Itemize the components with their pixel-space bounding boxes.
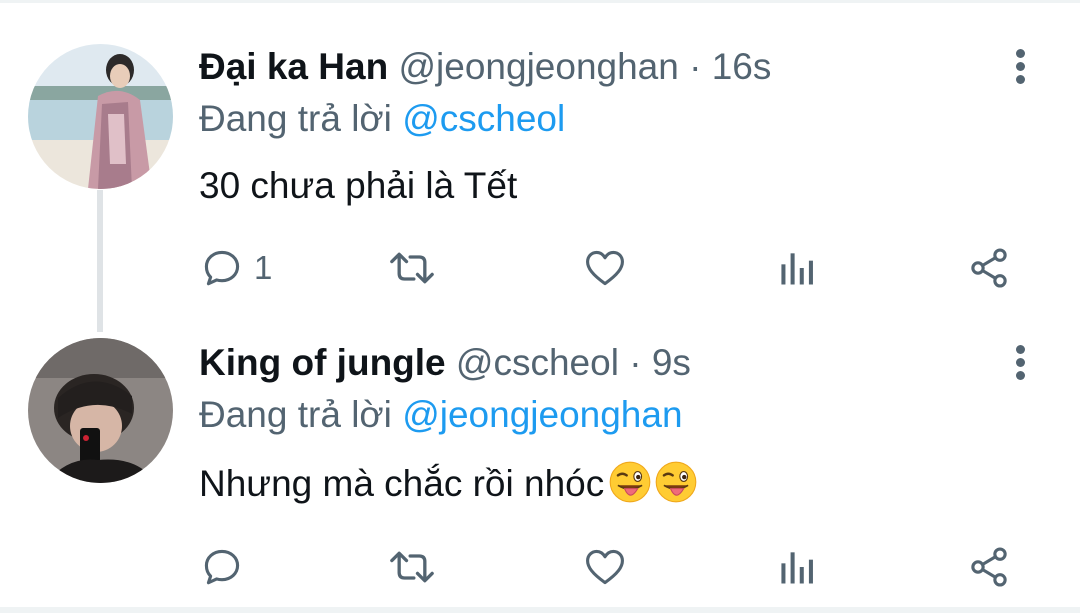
avatar-photo [28,44,173,189]
replying-to-line: Đang trả lời @cscheol [199,97,565,141]
like-button[interactable] [582,545,628,589]
retweet-button[interactable] [386,246,438,290]
bottom-divider [0,607,1080,613]
separator-dot: · [689,46,702,87]
heart-icon [586,250,624,286]
reply-count: 1 [254,249,273,286]
tweet-header: Đại ka Han @jeongjeonghan · 16s [199,45,771,89]
share-icon [971,248,1007,288]
avatar-cscheol[interactable] [28,338,173,483]
tweet-text: Nhưng mà chắc rồi nhóc [199,463,605,504]
reply-button[interactable]: 1 [200,246,272,290]
display-name[interactable]: Đại ka Han [199,46,388,87]
more-options-icon[interactable] [1012,343,1030,383]
reply-bubble-icon [204,250,240,286]
replying-to-mention[interactable]: @jeongjeonghan [402,394,682,435]
reply-button[interactable] [200,545,254,589]
replying-to-line: Đang trả lời @jeongjeonghan [199,393,683,437]
tweet-text-line: Nhưng mà chắc rồi nhóc [199,460,698,506]
replying-to-mention[interactable]: @cscheol [402,98,565,139]
avatar-photo [28,338,173,483]
avatar-jeongjeonghan[interactable] [28,44,173,189]
replying-to-label: Đang trả lời [199,98,392,139]
more-options-icon[interactable] [1012,47,1030,87]
bar-chart-icon [781,253,813,285]
tweet-text: 30 chưa phải là Tết [199,165,518,206]
timestamp[interactable]: 9s [652,342,691,383]
retweet-icon [390,551,434,583]
separator-dot: · [629,342,642,383]
tweet-1[interactable]: Đại ka Han @jeongjeonghan · 16s Đang trả… [0,0,1080,305]
retweet-icon [390,252,434,284]
view-stats-button[interactable] [775,246,819,290]
replying-to-label: Đang trả lời [199,394,392,435]
retweet-button[interactable] [386,545,438,589]
reply-bubble-icon [204,549,240,585]
timestamp[interactable]: 16s [712,46,772,87]
display-name[interactable]: King of jungle [199,342,446,383]
tweet-header: King of jungle @cscheol · 9s [199,341,691,385]
share-button[interactable] [966,246,1012,290]
share-button[interactable] [966,545,1012,589]
tweet-2[interactable]: King of jungle @cscheol · 9s Đang trả lờ… [0,305,1080,607]
handle[interactable]: @jeongjeonghan [398,46,678,87]
view-stats-button[interactable] [775,545,819,589]
like-button[interactable] [582,246,628,290]
heart-icon [586,549,624,585]
handle[interactable]: @cscheol [456,342,619,383]
share-icon [971,547,1007,587]
winking-face-with-tongue-icon [609,461,651,503]
winking-face-with-tongue-icon [655,461,697,503]
bar-chart-icon [781,552,813,584]
